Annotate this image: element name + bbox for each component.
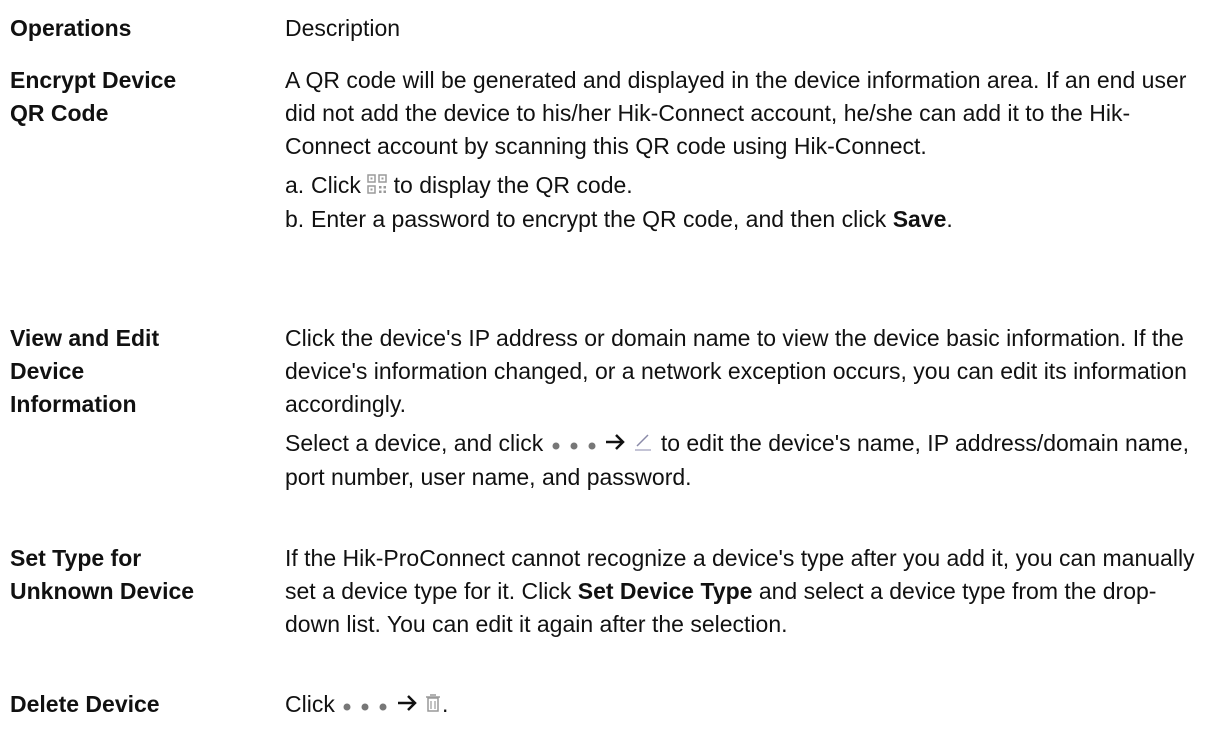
step-marker: b. [285,206,305,233]
description-text: Click the device's IP address or domain … [285,325,1187,417]
description-cell: Click . [285,688,1200,722]
step-text: Enter a password to encrypt the QR code,… [311,206,887,233]
description-cell: Click the device's IP address or domain … [285,322,1200,494]
qr-code-icon [367,170,387,203]
description-text: Select a device, and click [285,430,544,456]
description-text: . [442,691,449,717]
operation-line: Device [10,358,85,384]
operation-line: QR Code [10,100,109,126]
description-text: Click [285,691,335,717]
header-description: Description [285,15,401,41]
operation-cell: Set Type for Unknown Device [10,542,260,608]
step-text: Click [311,172,361,198]
save-label: Save [892,206,947,233]
operation-line: Unknown Device [10,578,195,604]
step-marker: a. [285,172,305,198]
operation-cell: Delete Device [10,688,260,721]
description-cell: A QR code will be generated and displaye… [285,64,1200,236]
step-text: to display the QR code. [393,172,633,198]
step-item: a. Click to display the QR code. [285,169,1200,203]
operation-line: Information [10,391,137,417]
description-text: If the Hik-ProConnect cannot recognize a… [285,545,1195,637]
arrow-right-icon [604,428,626,461]
operation-line: Delete Device [10,691,160,717]
operation-line: Set Type for [10,545,142,571]
operation-cell: View and Edit Device Information [10,322,260,421]
description-text: A QR code will be generated and displaye… [285,67,1187,159]
operation-line: View and Edit [10,325,160,351]
step-text: . [946,206,953,233]
operation-cell: Encrypt Device QR Code [10,64,260,130]
header-operations: Operations [10,15,132,41]
more-dots-icon [341,689,389,722]
set-device-type-label: Set Device Type [577,578,753,604]
description-extra: Select a device, and click to edit the d… [285,427,1200,494]
arrow-right-icon [396,689,418,722]
description-cell: If the Hik-ProConnect cannot recognize a… [285,542,1200,641]
step-item: b. Enter a password to encrypt the QR co… [285,203,1200,236]
trash-icon [424,689,442,722]
edit-pencil-icon [632,428,654,461]
operations-table: Operations Description Encrypt Device QR… [0,0,1206,732]
operation-line: Encrypt Device [10,67,177,93]
more-dots-icon [550,428,598,461]
